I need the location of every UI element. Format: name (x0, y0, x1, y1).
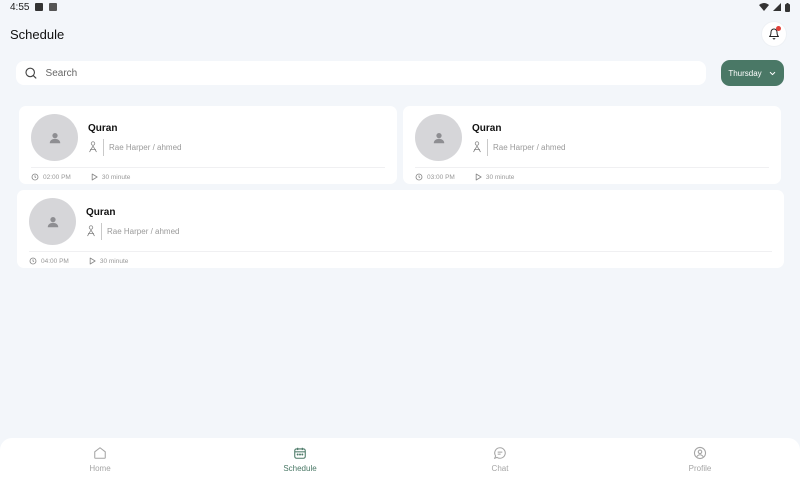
session-subject: Quran (86, 207, 116, 218)
wifi-icon (759, 3, 769, 11)
play-icon (91, 173, 98, 181)
chat-icon (493, 447, 506, 460)
bottom-navigation: Home Schedule Chat Profile (0, 438, 800, 500)
page-title: Schedule (10, 26, 65, 42)
session-time: 03:00 PM (427, 173, 455, 181)
session-subject: Quran (472, 123, 502, 134)
participants-row: Rae Harper / ahmed (472, 138, 565, 156)
app-header: Schedule (0, 20, 800, 48)
day-filter-value: Thursday (728, 68, 762, 78)
clock-icon (415, 173, 423, 181)
session-participants: Rae Harper / ahmed (107, 226, 180, 236)
participants-row: Rae Harper / ahmed (88, 138, 181, 156)
search-input[interactable] (45, 67, 698, 79)
avatar (31, 114, 78, 161)
day-filter-dropdown[interactable]: Thursday (721, 60, 784, 86)
avatar (415, 114, 462, 161)
home-icon (94, 447, 106, 459)
session-time: 02:00 PM (43, 173, 71, 181)
notifications-button[interactable] (762, 22, 786, 46)
nav-item-home[interactable]: Home (0, 438, 200, 500)
session-card[interactable]: Quran Rae Harper / ahmed 03:00 PM 30 min… (403, 106, 781, 184)
session-meta: 04:00 PM 30 minute (29, 256, 128, 266)
session-time: 04:00 PM (41, 257, 69, 265)
person-placeholder-icon (47, 216, 58, 227)
profile-icon (693, 446, 707, 460)
avatar (29, 198, 76, 245)
status-time: 4:55 (10, 1, 30, 13)
divider (101, 222, 102, 240)
session-participants: Rae Harper / ahmed (109, 142, 182, 152)
nav-item-profile[interactable]: Profile (600, 438, 800, 500)
battery-icon (785, 2, 790, 12)
calendar-icon (294, 447, 306, 459)
session-meta: 02:00 PM 30 minute (31, 172, 130, 182)
search-box[interactable] (16, 61, 706, 85)
session-participants: Rae Harper / ahmed (493, 142, 566, 152)
teacher-icon (89, 141, 97, 153)
session-duration: 30 minute (99, 257, 129, 265)
session-duration: 30 minute (101, 173, 131, 181)
nav-label-profile: Profile (688, 464, 712, 473)
play-icon (475, 173, 482, 181)
session-card[interactable]: Quran Rae Harper / ahmed 04:00 PM 30 min… (17, 190, 784, 268)
clock-icon (29, 257, 37, 265)
session-duration: 30 minute (485, 173, 515, 181)
nav-item-schedule[interactable]: Schedule (200, 438, 400, 500)
app-notification-icon (49, 3, 58, 11)
teacher-icon (473, 141, 481, 153)
card-divider (29, 251, 772, 252)
divider (487, 138, 488, 156)
search-row: Thursday (16, 60, 784, 86)
notification-badge (776, 26, 781, 31)
status-bar: 4:55 (0, 0, 800, 14)
clock-icon (31, 173, 39, 181)
nav-item-chat[interactable]: Chat (400, 438, 600, 500)
divider (103, 138, 104, 156)
person-placeholder-icon (433, 132, 444, 143)
participants-row: Rae Harper / ahmed (86, 222, 179, 240)
session-card[interactable]: Quran Rae Harper / ahmed 02:00 PM 30 min… (19, 106, 397, 184)
chevron-down-icon (769, 71, 775, 75)
card-divider (31, 167, 385, 168)
play-icon (89, 257, 96, 265)
signal-icon (773, 3, 781, 11)
nav-label-home: Home (89, 464, 111, 473)
person-placeholder-icon (49, 132, 60, 143)
session-subject: Quran (88, 123, 118, 134)
session-meta: 03:00 PM 30 minute (415, 172, 514, 182)
search-icon (25, 67, 37, 79)
nav-label-schedule: Schedule (283, 464, 317, 473)
teacher-icon (87, 225, 95, 237)
card-divider (415, 167, 769, 168)
nav-label-chat: Chat (491, 464, 509, 473)
sim-card-icon (35, 3, 44, 11)
